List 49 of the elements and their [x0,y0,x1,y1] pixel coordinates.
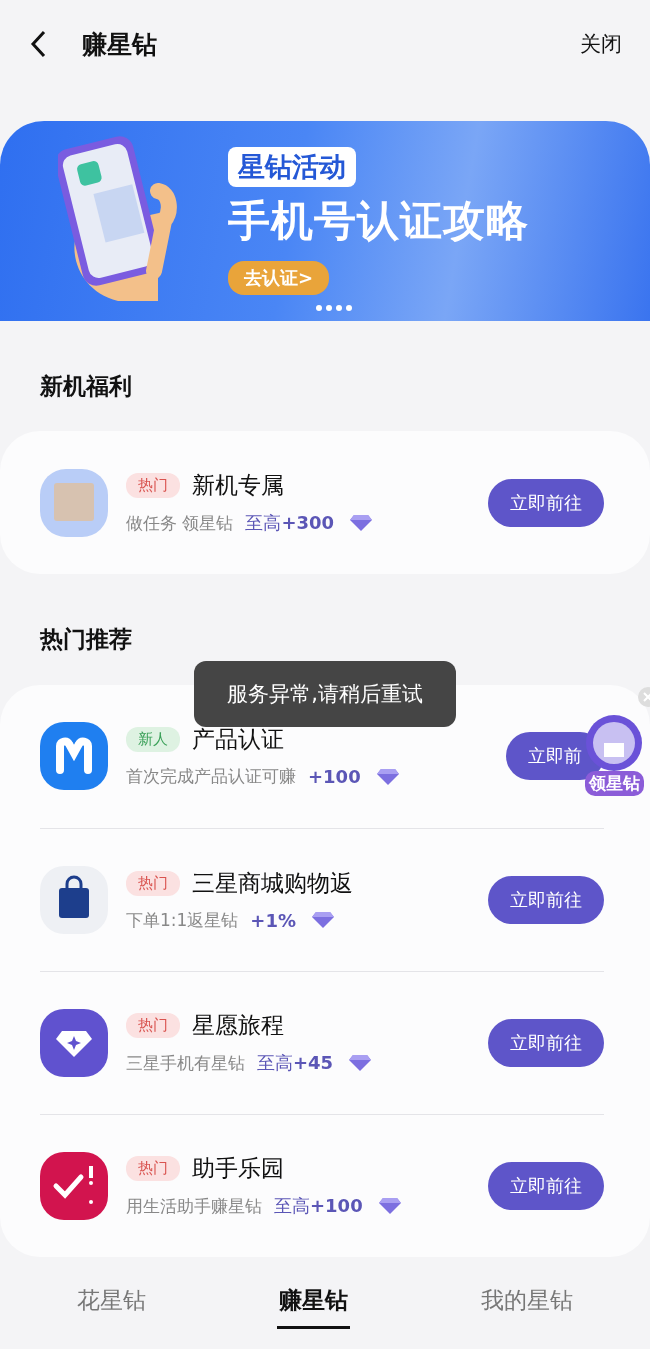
task-tag: 热门 [126,1013,180,1039]
section-title: 新机福利 [39,372,133,402]
error-toast: 服务异常,请稍后重试 [194,660,456,727]
diamond-icon [350,514,373,533]
close-button[interactable]: 关闭 [580,30,622,59]
task-description: 做任务 领星钻 [126,511,234,535]
widget-label[interactable]: 领星钻 [584,770,644,796]
task-name: 产品认证 [192,725,284,755]
diamond-icon [378,1197,401,1216]
photo-placeholder [40,468,108,537]
task-tag: 新人 [126,727,180,753]
go-button[interactable]: 立即前往 [488,1161,604,1210]
reward-amount: +1% [250,909,296,931]
m-app-icon [40,722,108,791]
gift-badge-icon[interactable] [586,714,642,771]
page-dots-icon [316,305,354,312]
reward-amount: 至高+100 [274,1194,363,1219]
shopping-bag-icon [40,865,108,934]
bottom-tab[interactable]: 赚星钻 [277,1276,350,1329]
task-tag: 热门 [126,1156,180,1182]
page-title: 赚星钻 [82,28,158,61]
diamond-icon [349,1054,372,1073]
bottom-tab[interactable]: 花星钻 [74,1276,148,1329]
diamond-icon [312,911,334,930]
go-button[interactable]: 立即前往 [488,1018,604,1067]
banner-tag: 星钻活动 [228,147,356,188]
checkmark-app-icon [40,1151,108,1220]
diamond-icon [376,767,399,786]
diamond-app-icon [40,1008,108,1077]
section-title: 热门推荐 [38,625,133,655]
task-name: 新机专属 [192,471,284,501]
task-name: 三星商城购物返 [192,868,353,898]
task-tag: 热门 [126,473,180,499]
go-button[interactable]: 立即前往 [488,875,604,924]
go-button[interactable]: 立即前往 [488,478,604,527]
promo-banner[interactable]: 星钻活动 手机号认证攻略 去认证> [0,120,650,322]
task-description: 首次完成产品认证可赚 [126,765,296,789]
task-description: 三星手机有星钻 [126,1051,245,1075]
task-name: 助手乐园 [192,1154,284,1184]
bottom-tab[interactable]: 我的星钻 [479,1276,576,1329]
task-description: 下单1:1返星钻 [126,908,239,932]
reward-amount: +100 [308,766,361,788]
banner-headline: 手机号认证攻略 [228,195,529,248]
reward-amount: 至高+45 [257,1051,334,1076]
reward-amount: 至高+300 [245,511,335,536]
back-icon[interactable] [30,30,46,59]
task-tag: 热门 [126,870,180,896]
task-name: 星愿旅程 [192,1011,284,1041]
task-description: 用生活助手赚星钻 [126,1194,262,1218]
